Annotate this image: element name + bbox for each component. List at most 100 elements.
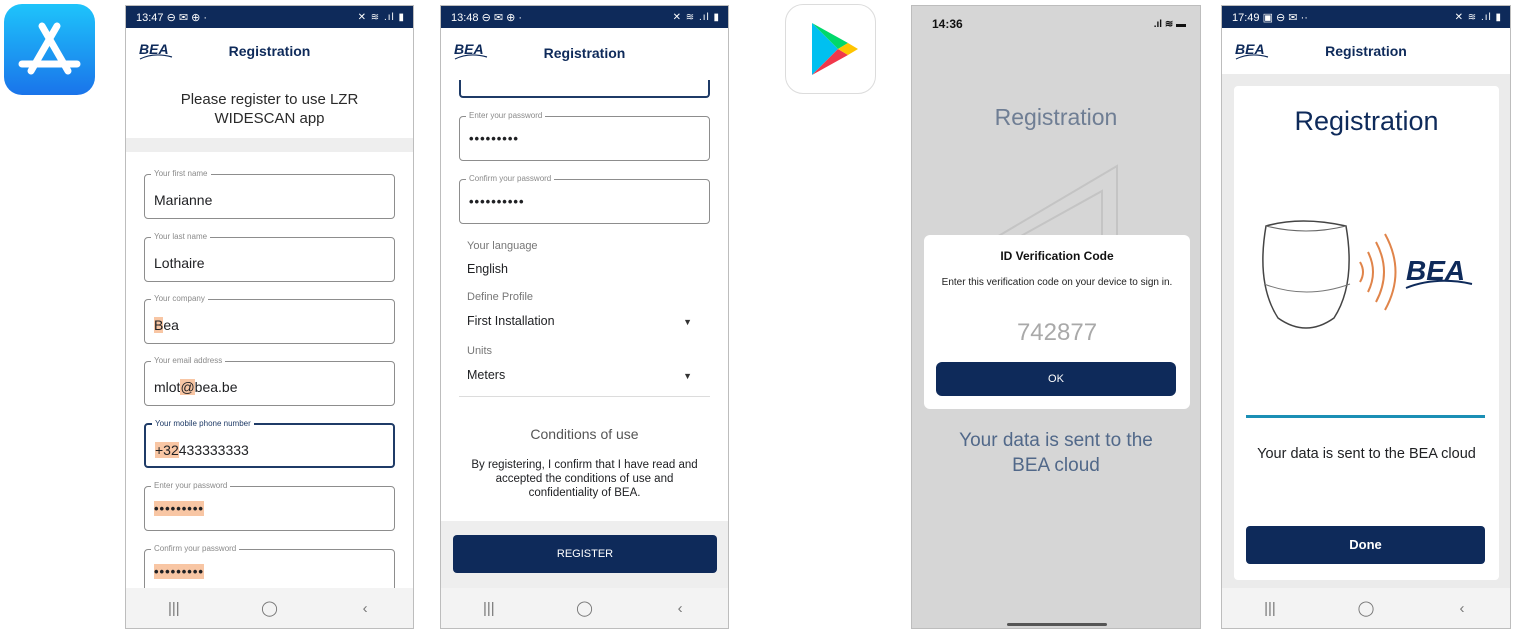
highlighted-text: ••••••••• — [154, 564, 204, 579]
verification-code: 742877 — [1016, 319, 1098, 346]
detector-sensor-icon: BEA — [1262, 220, 1473, 329]
verification-dialog: ID Verification Code Enter this verifica… — [924, 235, 1190, 409]
app-store-icon[interactable] — [4, 4, 95, 95]
last-name-field[interactable]: Your last name Lothaire — [144, 232, 395, 282]
ok-button[interactable]: OK — [936, 362, 1176, 396]
register-button[interactable]: REGISTER — [453, 535, 717, 573]
app-bar: BEA Registration — [441, 28, 728, 74]
android-nav-bar: ||| ◯ ‹ — [441, 588, 728, 628]
field-label: Your email address — [151, 356, 226, 365]
status-time: 13:48 ⊖ ✉ ⊕ · — [451, 11, 523, 24]
field-value: Lothaire — [154, 255, 205, 271]
highlighted-text: +32 — [155, 442, 179, 458]
status-time: 17:49 ▣ ⊖ ✉ ·· — [1232, 11, 1308, 24]
field-value: ••••••••• — [154, 501, 204, 516]
phone-screen-registration-form: 13:47 ⊖ ✉ ⊕ · ✕ ≋ .ıl ▮ BEA Registration… — [125, 5, 414, 629]
dialog-title: ID Verification Code — [1000, 249, 1114, 263]
back-button[interactable]: ‹ — [650, 600, 710, 617]
dropdown-caret-icon: ▼ — [683, 317, 692, 327]
highlighted-text: @ — [180, 379, 195, 395]
done-button[interactable]: Done — [1246, 526, 1485, 564]
field-label: Your mobile phone number — [152, 419, 254, 428]
language-value: English — [467, 262, 508, 276]
conditions-title[interactable]: Conditions of use — [441, 426, 728, 442]
field-value: ••••••••• — [469, 131, 519, 146]
status-icons: ✕ ≋ .ıl ▮ — [1454, 11, 1502, 23]
confirm-password-field[interactable]: Confirm your password •••••••••• — [459, 174, 710, 224]
android-nav-bar: ||| ◯ ‹ — [126, 588, 413, 628]
home-indicator — [1007, 623, 1107, 626]
field-label: Your first name — [151, 169, 211, 178]
status-time: 14:36 — [932, 17, 963, 31]
dialog-text: Enter this verification code on your dev… — [941, 277, 1173, 288]
profile-label: Define Profile — [467, 291, 534, 303]
status-time: 13:47 ⊖ ✉ ⊕ · — [136, 11, 208, 24]
recent-apps-button[interactable]: ||| — [459, 600, 519, 617]
field-value: Bea — [154, 317, 179, 333]
field-label: Enter your password — [151, 481, 231, 490]
highlighted-text: ••••••••• — [154, 501, 204, 516]
page-title: Registration — [228, 43, 311, 59]
status-bar: 14:36 .ıl ≋ ▬ — [912, 6, 1200, 42]
back-button[interactable]: ‹ — [335, 600, 395, 617]
password-field[interactable]: Enter your password ••••••••• — [144, 481, 395, 531]
field-label: Enter your password — [466, 111, 546, 120]
field-value: Marianne — [154, 192, 213, 208]
card-title: Registration — [1294, 106, 1439, 136]
field-value: +32433333333 — [155, 442, 249, 458]
scrolled-field-edge — [459, 80, 710, 98]
company-field[interactable]: Your company Bea — [144, 294, 395, 344]
field-text: ea — [163, 317, 179, 333]
home-button[interactable]: ◯ — [239, 599, 299, 617]
password-field[interactable]: Enter your password ••••••••• — [459, 111, 710, 161]
app-bar: BEA Registration — [126, 28, 413, 74]
field-text: bea.be — [194, 379, 238, 395]
language-label: Your language — [467, 240, 538, 252]
google-play-icon[interactable] — [785, 4, 876, 94]
android-nav-bar: ||| ◯ ‹ — [1222, 588, 1510, 628]
register-heading: Please register to use LZR WIDESCAN app — [180, 91, 359, 127]
status-bar: 13:47 ⊖ ✉ ⊕ · ✕ ≋ .ıl ▮ — [126, 6, 413, 28]
home-button[interactable]: ◯ — [554, 599, 614, 617]
dropdown-caret-icon: ▼ — [683, 371, 692, 381]
divider — [126, 138, 413, 152]
highlighted-text: B — [154, 317, 164, 333]
field-label: Your last name — [151, 232, 211, 241]
page-title: Registration — [1325, 43, 1407, 59]
status-bar: 13:48 ⊖ ✉ ⊕ · ✕ ≋ .ıl ▮ — [441, 6, 728, 28]
status-icons: .ıl ≋ ▬ — [1153, 18, 1186, 30]
units-value: Meters — [467, 368, 506, 382]
first-name-field[interactable]: Your first name Marianne — [144, 169, 395, 219]
field-text: mlot — [154, 379, 181, 395]
app-bar: BEA Registration — [1222, 28, 1510, 74]
units-label: Units — [467, 345, 493, 357]
progress-bar — [1246, 415, 1485, 418]
home-button[interactable]: ◯ — [1336, 599, 1396, 617]
status-icons: ✕ ≋ .ıl ▮ — [672, 11, 720, 23]
phone-screen-registration-form-bottom: 13:48 ⊖ ✉ ⊕ · ✕ ≋ .ıl ▮ BEA Registration… — [440, 5, 729, 629]
field-value: ••••••••• — [154, 564, 204, 579]
back-button[interactable]: ‹ — [1432, 600, 1492, 617]
status-message: Your data is sent to the BEA cloud — [1257, 446, 1476, 462]
page-title: Registration — [543, 45, 626, 61]
phone-screen-verification-code: 14:36 .ıl ≋ ▬ Registration ID Verificati… — [911, 5, 1201, 629]
field-text: 433333333 — [178, 442, 249, 458]
status-bar: 17:49 ▣ ⊖ ✉ ·· ✕ ≋ .ıl ▮ — [1222, 6, 1510, 28]
content-card: Registration BEA Your data is sent to th… — [1234, 86, 1499, 580]
field-label: Confirm your password — [466, 174, 555, 183]
conditions-text: By registering, I confirm that I have re… — [471, 459, 698, 499]
page-title: Registration — [994, 104, 1118, 130]
field-value: •••••••••• — [469, 194, 525, 209]
status-message: Your data is sent to the BEA cloud — [959, 430, 1153, 476]
status-icons: ✕ ≋ .ıl ▮ — [357, 11, 405, 23]
field-label: Your company — [151, 294, 208, 303]
phone-number-field[interactable]: Your mobile phone number +32433333333 — [144, 419, 395, 468]
field-label: Confirm your password — [151, 544, 240, 553]
phone-screen-registration-done: 17:49 ▣ ⊖ ✉ ·· ✕ ≋ .ıl ▮ BEA Registratio… — [1221, 5, 1511, 629]
field-value: mlot@bea.be — [154, 379, 238, 395]
profile-value: First Installation — [467, 314, 555, 328]
email-field[interactable]: Your email address mlot@bea.be — [144, 356, 395, 406]
recent-apps-button[interactable]: ||| — [144, 600, 204, 617]
recent-apps-button[interactable]: ||| — [1240, 600, 1300, 617]
divider — [459, 396, 710, 397]
